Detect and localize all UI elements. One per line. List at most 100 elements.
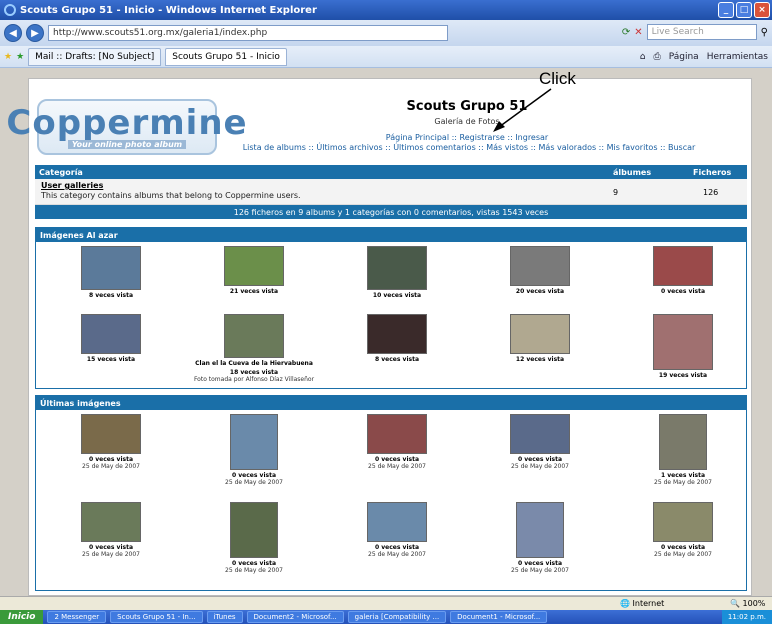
- tab-mail[interactable]: Mail :: Drafts: [No Subject]: [28, 47, 162, 66]
- tools-menu[interactable]: Herramientas: [707, 52, 768, 62]
- home-icon[interactable]: ⌂: [640, 52, 646, 62]
- latest-thumb[interactable]: 0 veces vista 25 de May de 2007: [475, 414, 605, 470]
- thumb-views: 8 veces vista: [375, 356, 419, 363]
- random-thumb[interactable]: 21 veces vista: [189, 246, 319, 295]
- zone-text: Internet: [632, 599, 665, 608]
- top-menu[interactable]: Página Principal :: Registrarse :: Ingre…: [329, 133, 605, 142]
- thumbnail-image[interactable]: [224, 246, 284, 286]
- latest-thumb[interactable]: 0 veces vista 25 de May de 2007: [332, 414, 462, 470]
- random-images-section: Imágenes Al azar 8 veces vista 21 veces v…: [35, 227, 747, 389]
- thumb-date: 25 de May de 2007: [654, 479, 712, 486]
- thumbnail-image[interactable]: [230, 502, 278, 558]
- forward-button[interactable]: ▶: [26, 24, 44, 42]
- zoom-text: 100%: [742, 599, 766, 608]
- thumb-views: 19 veces vista: [658, 372, 708, 379]
- latest-thumb[interactable]: 0 veces vista 25 de May de 2007: [189, 414, 319, 486]
- thumbnail-image[interactable]: [659, 414, 707, 470]
- zoom-level[interactable]: 🔍 100%: [730, 599, 765, 608]
- start-button[interactable]: Inicio: [0, 610, 44, 624]
- thumbnail-image[interactable]: [81, 502, 141, 542]
- taskbar: Inicio 2 Messenger Scouts Grupo 51 - In..…: [0, 610, 772, 624]
- thumbnail-image[interactable]: [510, 246, 570, 286]
- thumbnail-image[interactable]: [81, 246, 141, 290]
- thumbnail-image[interactable]: [367, 246, 427, 290]
- address-bar: ◀ ▶ http://www.scouts51.org.mx/galeria1/…: [0, 20, 772, 46]
- random-thumb[interactable]: 12 veces vista: [475, 314, 605, 363]
- category-table: Categoría álbumes Ficheros User gallerie…: [35, 165, 747, 219]
- random-thumb[interactable]: 19 veces vista: [618, 314, 748, 379]
- taskbar-button[interactable]: iTunes: [206, 611, 243, 623]
- category-albums: 9: [613, 188, 619, 197]
- refresh-icon[interactable]: ⟳: [622, 27, 630, 38]
- thumbnail-image[interactable]: [367, 414, 427, 454]
- random-thumb[interactable]: 8 veces vista: [332, 314, 462, 363]
- thumbnail-image[interactable]: [81, 314, 141, 354]
- thumb-views: 0 veces vista: [232, 472, 276, 479]
- latest-thumb[interactable]: 0 veces vista 25 de May de 2007: [475, 502, 605, 574]
- close-button[interactable]: ×: [754, 2, 770, 18]
- thumbnail-image[interactable]: [653, 314, 713, 370]
- thumbnail-image[interactable]: [81, 414, 141, 454]
- page-menu[interactable]: Página: [669, 52, 699, 62]
- gallery-stats: 126 ficheros en 9 albums y 1 categorías …: [35, 205, 747, 219]
- favorites-star-icon[interactable]: ★: [4, 52, 12, 62]
- latest-thumb[interactable]: 0 veces vista 25 de May de 2007: [46, 502, 176, 558]
- sub-menu[interactable]: Lista de albums :: Últimos archivos :: Ú…: [199, 143, 739, 152]
- taskbar-button[interactable]: Scouts Grupo 51 - In...: [110, 611, 203, 623]
- latest-thumb[interactable]: 0 veces vista 25 de May de 2007: [189, 502, 319, 574]
- system-tray: 11:02 p.m.: [721, 610, 772, 624]
- taskbar-button[interactable]: galeria [Compatibility ...: [347, 611, 447, 623]
- latest-thumb[interactable]: 1 veces vista 25 de May de 2007: [618, 414, 748, 486]
- search-input[interactable]: Live Search: [646, 24, 757, 40]
- taskbar-button[interactable]: Document1 - Microsof...: [450, 611, 548, 623]
- thumbnail-image[interactable]: [510, 414, 570, 454]
- thumb-views: 0 veces vista: [375, 544, 419, 551]
- category-link[interactable]: User galleries: [41, 181, 103, 190]
- zone-label: 🌐 Internet: [620, 599, 665, 608]
- thumbnail-image[interactable]: [653, 246, 713, 286]
- random-images-header: Imágenes Al azar: [36, 228, 746, 242]
- maximize-button[interactable]: □: [736, 2, 752, 18]
- tab-scouts[interactable]: Scouts Grupo 51 - Inicio: [165, 47, 287, 66]
- tab-bar: ★ ★ Mail :: Drafts: [No Subject] Scouts …: [0, 46, 772, 68]
- thumb-date: 25 de May de 2007: [654, 551, 712, 558]
- thumb-date: 25 de May de 2007: [368, 551, 426, 558]
- latest-thumb[interactable]: 0 veces vista 25 de May de 2007: [618, 502, 748, 558]
- random-thumb[interactable]: 10 veces vista: [332, 246, 462, 299]
- thumbnail-image[interactable]: [510, 314, 570, 354]
- thumbnail-image[interactable]: [367, 314, 427, 354]
- add-favorites-icon[interactable]: ★: [16, 52, 24, 62]
- taskbar-button[interactable]: 2 Messenger: [47, 611, 107, 623]
- minimize-button[interactable]: _: [718, 2, 734, 18]
- random-thumb[interactable]: 20 veces vista: [475, 246, 605, 295]
- ie-icon: [4, 4, 16, 16]
- random-thumb[interactable]: 0 veces vista: [618, 246, 748, 295]
- search-icon[interactable]: ⚲: [761, 27, 768, 38]
- thumb-views: 0 veces vista: [518, 560, 562, 567]
- random-thumb[interactable]: 8 veces vista: [46, 246, 176, 299]
- thumb-date: 25 de May de 2007: [82, 463, 140, 470]
- latest-thumb[interactable]: 0 veces vista 25 de May de 2007: [332, 502, 462, 558]
- coppermine-logo[interactable]: Coppermine Your online photo album: [6, 99, 247, 155]
- back-button[interactable]: ◀: [4, 24, 22, 42]
- stop-icon[interactable]: ✕: [634, 27, 642, 38]
- category-row: User galleries This category contains al…: [35, 179, 747, 205]
- thumb-views: 0 veces vista: [375, 456, 419, 463]
- thumb-views: 10 veces vista: [372, 292, 422, 299]
- url-input[interactable]: http://www.scouts51.org.mx/galeria1/inde…: [48, 25, 448, 41]
- thumbnail-image[interactable]: [224, 314, 284, 358]
- thumbnail-image[interactable]: [653, 502, 713, 542]
- taskbar-button[interactable]: Document2 - Microsof...: [246, 611, 344, 623]
- thumbnail-image[interactable]: [230, 414, 278, 470]
- thumb-caption: Foto tomada por Alfonso Díaz Villaseñor: [193, 376, 315, 383]
- random-thumb[interactable]: 15 veces vista: [46, 314, 176, 363]
- thumb-date: 25 de May de 2007: [511, 463, 569, 470]
- thumb-views: 0 veces vista: [661, 288, 705, 295]
- latest-thumb[interactable]: 0 veces vista 25 de May de 2007: [46, 414, 176, 470]
- thumbnail-image[interactable]: [516, 502, 564, 558]
- random-thumb[interactable]: Clan el la Cueva de la Hiervabuena 18 vec…: [189, 314, 319, 383]
- print-icon[interactable]: ⎙: [654, 52, 661, 62]
- col-categoria: Categoría: [39, 167, 83, 177]
- thumbnail-image[interactable]: [367, 502, 427, 542]
- latest-images-section: Últimas imágenes 0 veces vista 25 de May …: [35, 395, 747, 591]
